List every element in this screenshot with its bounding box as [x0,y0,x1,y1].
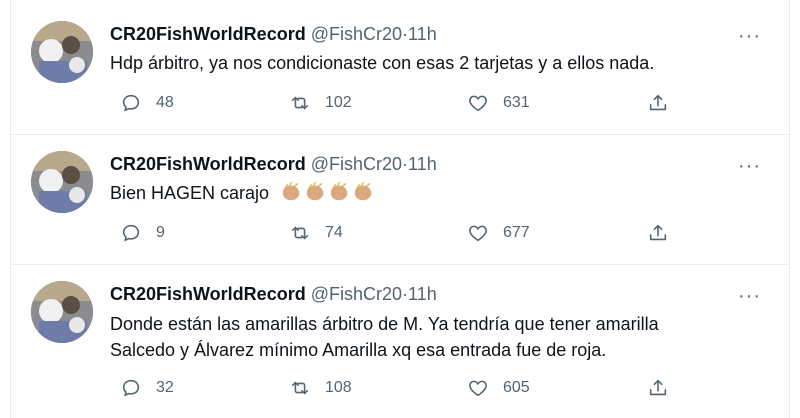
like-button[interactable]: 631 [467,90,530,116]
heart-icon [469,95,487,112]
avatar-image [31,151,93,213]
clapping-hands-icon [306,182,324,201]
tweet-actions: 48 102 631 [110,90,670,116]
retweet-icon [291,226,309,240]
display-name[interactable]: CR20FishWorldRecord [110,24,306,44]
retweet-count: 74 [325,224,343,241]
like-count: 631 [503,94,530,111]
more-options-icon[interactable]: ··· [738,286,761,306]
timeline: CR20FishWorldRecord @FishCr20·11h ··· Hd… [10,0,790,418]
user-handle[interactable]: @FishCr20 [311,24,402,44]
display-name[interactable]: CR20FishWorldRecord [110,284,306,304]
reply-button[interactable]: 9 [120,220,165,246]
retweet-button[interactable]: 74 [289,220,343,246]
avatar-image [31,21,93,83]
share-icon [649,224,667,241]
like-count: 677 [503,224,530,241]
like-count: 605 [503,379,530,396]
clap-emoji-group [278,182,374,203]
clapping-hands-icon [282,182,300,201]
tweet-header: CR20FishWorldRecord @FishCr20·11h [110,23,437,45]
reply-icon [122,224,140,242]
tweet[interactable]: CR20FishWorldRecord @FishCr20·11h ··· Hd… [11,0,789,135]
user-handle[interactable]: @FishCr20 [311,284,402,304]
reply-count: 9 [156,224,165,241]
share-icon [649,94,667,111]
tweet-header: CR20FishWorldRecord @FishCr20·11h [110,283,437,305]
tweet-text: Bien HAGEN carajo [110,183,270,203]
avatar[interactable] [31,21,93,83]
reply-count: 32 [156,379,174,396]
tweet-text: Hdp árbitro, ya nos condicionaste con es… [110,53,655,73]
heart-icon [469,380,487,397]
more-options-icon[interactable]: ··· [738,156,761,176]
avatar-image [31,281,93,343]
share-icon [649,379,667,396]
clapping-hands-icon [354,182,372,201]
retweet-button[interactable]: 102 [289,90,352,116]
timestamp[interactable]: 11h [408,154,437,174]
tweet-text-container: Bien HAGEN carajo [110,180,770,206]
reply-button[interactable]: 32 [120,375,174,401]
tweet[interactable]: CR20FishWorldRecord @FishCr20·11h ··· Do… [11,265,789,418]
tweet-actions: 9 74 677 [110,220,670,246]
like-button[interactable]: 677 [467,220,530,246]
tweet-header: CR20FishWorldRecord @FishCr20·11h [110,153,437,175]
timestamp[interactable]: 11h [408,24,437,44]
retweet-icon [291,96,309,110]
user-handle[interactable]: @FishCr20 [311,154,402,174]
tweet-actions: 32 108 605 [110,375,670,401]
tweet-text: Donde están las amarillas árbitro de M. … [110,311,770,363]
timestamp[interactable]: 11h [408,284,437,304]
clapping-hands-icon [330,182,348,201]
reply-icon [122,94,140,112]
avatar[interactable] [31,281,93,343]
retweet-count: 102 [325,94,352,111]
reply-count: 48 [156,94,174,111]
reply-icon [122,379,140,397]
more-options-icon[interactable]: ··· [738,26,761,46]
retweet-icon [291,381,309,395]
display-name[interactable]: CR20FishWorldRecord [110,154,306,174]
share-button[interactable] [647,90,669,116]
heart-icon [469,225,487,242]
avatar[interactable] [31,151,93,213]
share-button[interactable] [647,375,669,401]
retweet-button[interactable]: 108 [289,375,352,401]
retweet-count: 108 [325,379,352,396]
reply-button[interactable]: 48 [120,90,174,116]
like-button[interactable]: 605 [467,375,530,401]
share-button[interactable] [647,220,669,246]
tweet-text-line: Donde están las amarillas árbitro de M. … [110,314,659,334]
tweet[interactable]: CR20FishWorldRecord @FishCr20·11h ··· Bi… [11,135,789,265]
tweet-text-line: Salcedo y Álvarez mínimo Amarilla xq esa… [110,340,607,360]
